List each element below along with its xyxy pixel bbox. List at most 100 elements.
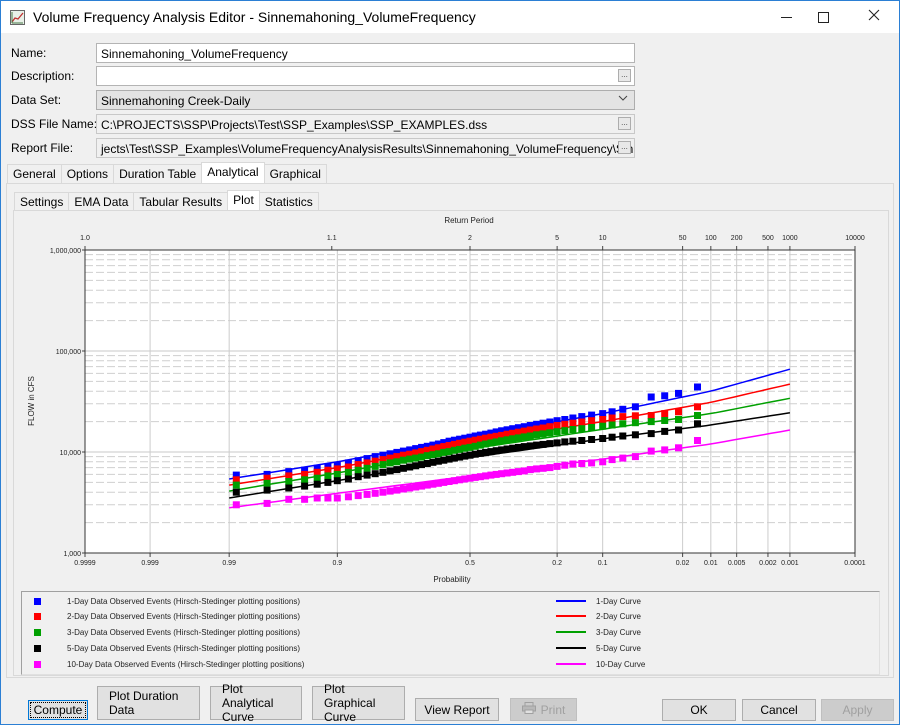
- observed-point-10-day: [406, 484, 414, 492]
- observed-point-10-day: [232, 501, 240, 509]
- observed-point-3-day: [386, 459, 394, 467]
- legend-label: 5-Day Curve: [596, 643, 641, 653]
- y-tick-label: 1,000: [63, 551, 81, 558]
- observed-point-5-day: [599, 435, 607, 442]
- frequency-chart[interactable]: 1,000 10,000 100,000 1,000,000 0.9999 0.999 0.…: [1, 1, 900, 591]
- observed-point-5-day: [631, 431, 639, 439]
- observed-point-5-day: [647, 430, 655, 438]
- x-tick-label: 0.999: [141, 560, 159, 567]
- observed-point-5-day: [285, 484, 293, 492]
- observed-point-3-day: [619, 420, 627, 428]
- observed-point-1-day: [631, 403, 639, 411]
- compute-button[interactable]: Compute: [28, 700, 88, 720]
- observed-point-10-day: [694, 437, 701, 444]
- observed-point-3-day: [546, 429, 554, 437]
- plot-duration-data-button[interactable]: Plot Duration Data: [97, 686, 200, 720]
- x2-tick-label: 1000: [782, 235, 798, 242]
- observed-point-3-day: [631, 419, 639, 427]
- ok-button[interactable]: OK: [662, 699, 736, 721]
- observed-point-3-day: [553, 428, 561, 436]
- observed-point-5-day: [324, 478, 332, 486]
- print-button[interactable]: Print: [510, 698, 577, 721]
- observed-point-10-day: [393, 486, 401, 494]
- observed-point-10-day: [301, 495, 309, 503]
- observed-point-3-day: [371, 462, 379, 470]
- observed-point-5-day: [232, 488, 240, 496]
- observed-point-3-day: [694, 412, 701, 419]
- observed-point-10-day: [661, 446, 669, 454]
- observed-point-5-day: [520, 443, 528, 451]
- observed-point-2-day: [526, 426, 534, 434]
- observed-point-10-day: [333, 494, 341, 502]
- observed-point-5-day: [379, 468, 387, 476]
- observed-point-3-day: [313, 474, 321, 482]
- legend-item-1day-curve: 1-Day Curve: [556, 594, 641, 608]
- observed-point-5-day: [301, 482, 309, 490]
- chart-legend: 1-Day Data Observed Events (Hirsch-Stedi…: [21, 591, 880, 675]
- observed-point-10-day: [539, 464, 547, 472]
- observed-point-3-day: [354, 466, 362, 474]
- observed-point-3-day: [324, 472, 332, 480]
- observed-point-1-day: [619, 405, 627, 413]
- observed-point-3-day: [406, 455, 414, 463]
- y-tick-label: 100,000: [56, 349, 81, 356]
- observed-point-5-day: [354, 473, 362, 481]
- legend-label: 2-Day Curve: [596, 611, 641, 621]
- x-tick-label: 0.01: [704, 560, 718, 567]
- plot-analytical-curve-button[interactable]: Plot Analytical Curve: [210, 682, 302, 724]
- legend-item-5day-curve: 5-Day Curve: [556, 641, 641, 655]
- apply-button[interactable]: Apply: [821, 699, 894, 721]
- legend-item-2day-curve: 2-Day Curve: [556, 609, 641, 623]
- observed-point-2-day: [661, 410, 669, 418]
- legend-label: 2-Day Data Observed Events (Hirsch-Stedi…: [67, 611, 300, 621]
- observed-point-5-day: [333, 477, 341, 485]
- legend-item-3day-curve: 3-Day Curve: [556, 625, 641, 639]
- observed-point-3-day: [393, 458, 401, 466]
- x2-tick-label: 2: [468, 235, 472, 242]
- observed-point-2-day: [569, 419, 577, 427]
- observed-point-2-day: [675, 408, 682, 416]
- observed-point-5-day: [661, 427, 669, 435]
- observed-point-10-day: [313, 494, 321, 502]
- observed-point-10-day: [578, 460, 586, 467]
- x-tick-label: 0.02: [676, 560, 690, 567]
- observed-point-5-day: [588, 436, 596, 443]
- observed-point-2-day: [599, 416, 607, 423]
- legend-line-swatch: [556, 647, 586, 649]
- observed-point-2-day: [546, 423, 554, 431]
- observed-point-5-day: [393, 466, 401, 474]
- view-report-button[interactable]: View Report: [415, 698, 499, 721]
- observed-point-5-day: [675, 426, 682, 434]
- observed-point-2-day: [553, 422, 561, 429]
- observed-point-5-day: [526, 442, 534, 450]
- legend-item-3day-points: 3-Day Data Observed Events (Hirsch-Stedi…: [34, 625, 300, 639]
- observed-point-10-day: [631, 453, 639, 461]
- legend-line-swatch: [556, 631, 586, 633]
- x2-tick-label: 1.0: [80, 235, 90, 242]
- observed-point-10-day: [599, 458, 607, 466]
- observed-point-3-day: [520, 433, 528, 441]
- x2-tick-label: 500: [762, 235, 774, 242]
- legend-item-2day-points: 2-Day Data Observed Events (Hirsch-Stedi…: [34, 609, 300, 623]
- cancel-button[interactable]: Cancel: [742, 699, 816, 721]
- x2-axis-title: Return Period: [444, 216, 493, 225]
- observed-point-3-day: [533, 431, 541, 439]
- observed-point-10-day: [386, 487, 394, 495]
- observed-point-3-day: [647, 418, 655, 426]
- observed-point-5-day: [539, 440, 547, 448]
- observed-point-3-day: [333, 470, 341, 478]
- x-tick-label: 0.5: [465, 560, 475, 567]
- plot-graphical-curve-label: Plot Graphical Curve: [324, 682, 376, 724]
- observed-point-3-day: [285, 478, 293, 485]
- x-tick-label: 0.005: [728, 560, 746, 567]
- y-axis-title: FLOW in CFS: [27, 376, 36, 426]
- observed-point-1-day: [694, 383, 701, 391]
- observed-point-3-day: [232, 481, 240, 489]
- observed-point-10-day: [285, 495, 293, 503]
- observed-point-3-day: [363, 464, 371, 472]
- plot-graphical-curve-button[interactable]: Plot Graphical Curve: [312, 682, 405, 724]
- legend-item-5day-points: 5-Day Data Observed Events (Hirsch-Stedi…: [34, 641, 300, 655]
- observed-point-10-day: [647, 447, 655, 455]
- observed-point-5-day: [546, 440, 554, 448]
- observed-point-1-day: [647, 393, 655, 401]
